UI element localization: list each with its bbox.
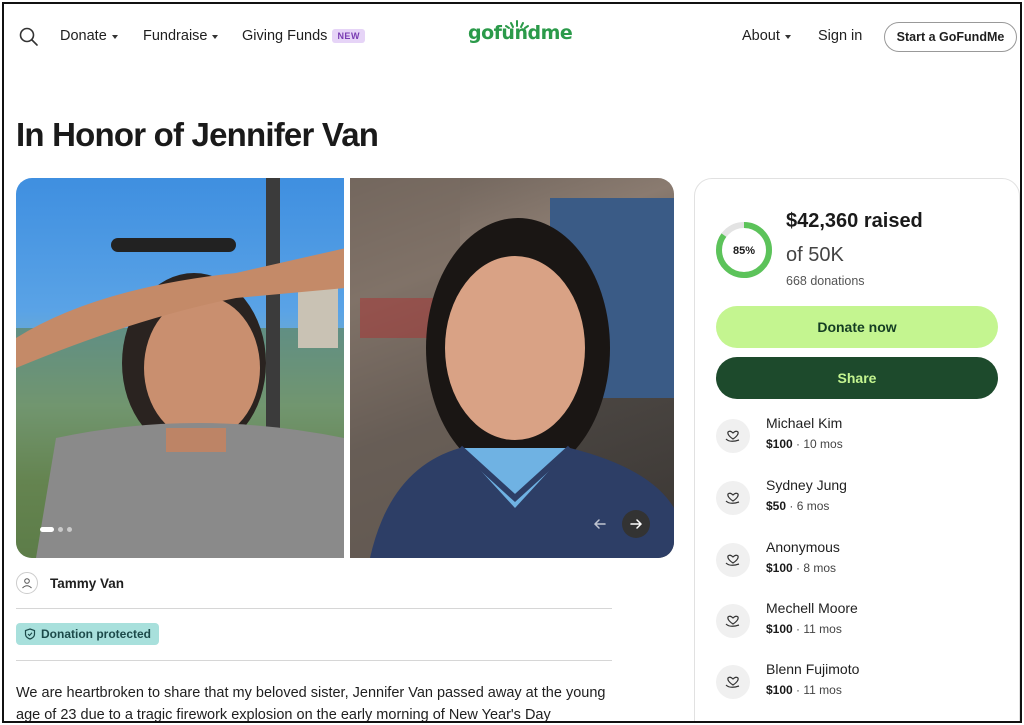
donation-protected-label: Donation protected [41,627,151,641]
progress-ring: 85% [714,220,774,280]
page-frame: Donate Fundraise Giving Funds NEW gofund… [2,2,1022,723]
donor-time: · 8 mos [792,561,837,575]
nav-donate[interactable]: Donate [60,28,118,44]
goal-amount: of 50K [786,244,844,266]
donor-meta: $100 · 10 mos [766,437,843,451]
donor-time: · 11 mos [792,683,842,697]
gallery-dot[interactable] [67,527,72,532]
donor-amount: $50 [766,499,787,513]
gallery-dot[interactable] [58,527,63,532]
donor-amount: $100 [766,561,793,575]
donor-item[interactable]: Sydney Jung $50 · 6 mos [716,477,996,521]
nav-giving-funds-label: Giving Funds [242,28,328,44]
new-badge: NEW [332,29,365,43]
nav-sign-in-label: Sign in [818,28,863,44]
fundraiser-photo-1[interactable] [16,178,344,558]
donor-name: Anonymous [766,539,840,555]
donor-time: · 10 mos [792,437,843,451]
user-icon [16,572,38,594]
share-button[interactable]: Share [716,357,998,399]
arrow-left-icon[interactable] [586,510,614,538]
progress-percent-label: 85% [733,245,755,257]
heart-hand-icon [716,419,750,453]
gofundme-logo[interactable]: gofundme [468,22,573,44]
heart-hand-icon [716,604,750,638]
donor-name: Sydney Jung [766,477,847,493]
organizer[interactable]: Tammy Van [16,572,124,594]
chevron-down-icon [212,34,219,39]
gallery-dot-active[interactable] [40,527,54,532]
nav-donate-label: Donate [60,28,107,44]
organizer-name: Tammy Van [50,575,125,591]
heart-hand-icon [716,481,750,515]
chevron-down-icon [111,34,118,39]
nav-fundraise[interactable]: Fundraise [143,28,219,44]
donation-protected-badge[interactable]: Donation protected [16,623,159,645]
photo-1-illustration [16,178,344,558]
donor-name: Michael Kim [766,415,843,431]
photo-2-illustration [350,178,674,558]
donor-amount: $100 [766,437,793,451]
gallery-pagination[interactable] [40,527,72,532]
nav-about[interactable]: About [742,28,791,44]
donor-item[interactable]: Mechell Moore $100 · 11 mos [716,600,996,644]
heart-hand-icon [716,665,750,699]
story-text: We are heartbroken to share that my belo… [16,685,606,723]
divider [16,660,612,661]
nav-about-label: About [742,28,780,44]
donor-time: · 11 mos [792,622,842,636]
amount-raised: $42,360 raised [786,210,923,232]
donor-meta: $50 · 6 mos [766,499,829,513]
site-header: Donate Fundraise Giving Funds NEW gofund… [4,4,1020,70]
donor-time: · 6 mos [786,499,830,513]
donations-count: 668 donations [786,274,865,288]
chevron-down-icon [784,34,791,39]
fundraiser-photo-2[interactable] [350,178,674,558]
nav-fundraise-label: Fundraise [143,28,208,44]
page-title: In Honor of Jennifer Van [16,116,379,153]
divider [16,608,612,609]
donor-item[interactable]: Anonymous $100 · 8 mos [716,539,996,583]
heart-hand-icon [716,543,750,577]
donor-meta: $100 · 11 mos [766,683,842,697]
donor-amount: $100 [766,683,793,697]
donor-meta: $100 · 8 mos [766,561,836,575]
donor-name: Blenn Fujimoto [766,661,860,677]
start-gofundme-button[interactable]: Start a GoFundMe [884,22,1017,52]
donor-amount: $100 [766,622,793,636]
arrow-right-icon[interactable] [622,510,650,538]
donor-item[interactable]: Blenn Fujimoto $100 · 11 mos [716,661,996,705]
shield-icon [24,628,36,640]
donor-item[interactable]: Michael Kim $100 · 10 mos [716,415,996,459]
donate-now-button[interactable]: Donate now [716,306,998,348]
nav-giving-funds[interactable]: Giving Funds NEW [242,28,365,44]
search-icon[interactable] [18,26,40,48]
nav-sign-in[interactable]: Sign in [818,28,862,44]
donor-name: Mechell Moore [766,600,858,616]
donor-meta: $100 · 11 mos [766,622,842,636]
